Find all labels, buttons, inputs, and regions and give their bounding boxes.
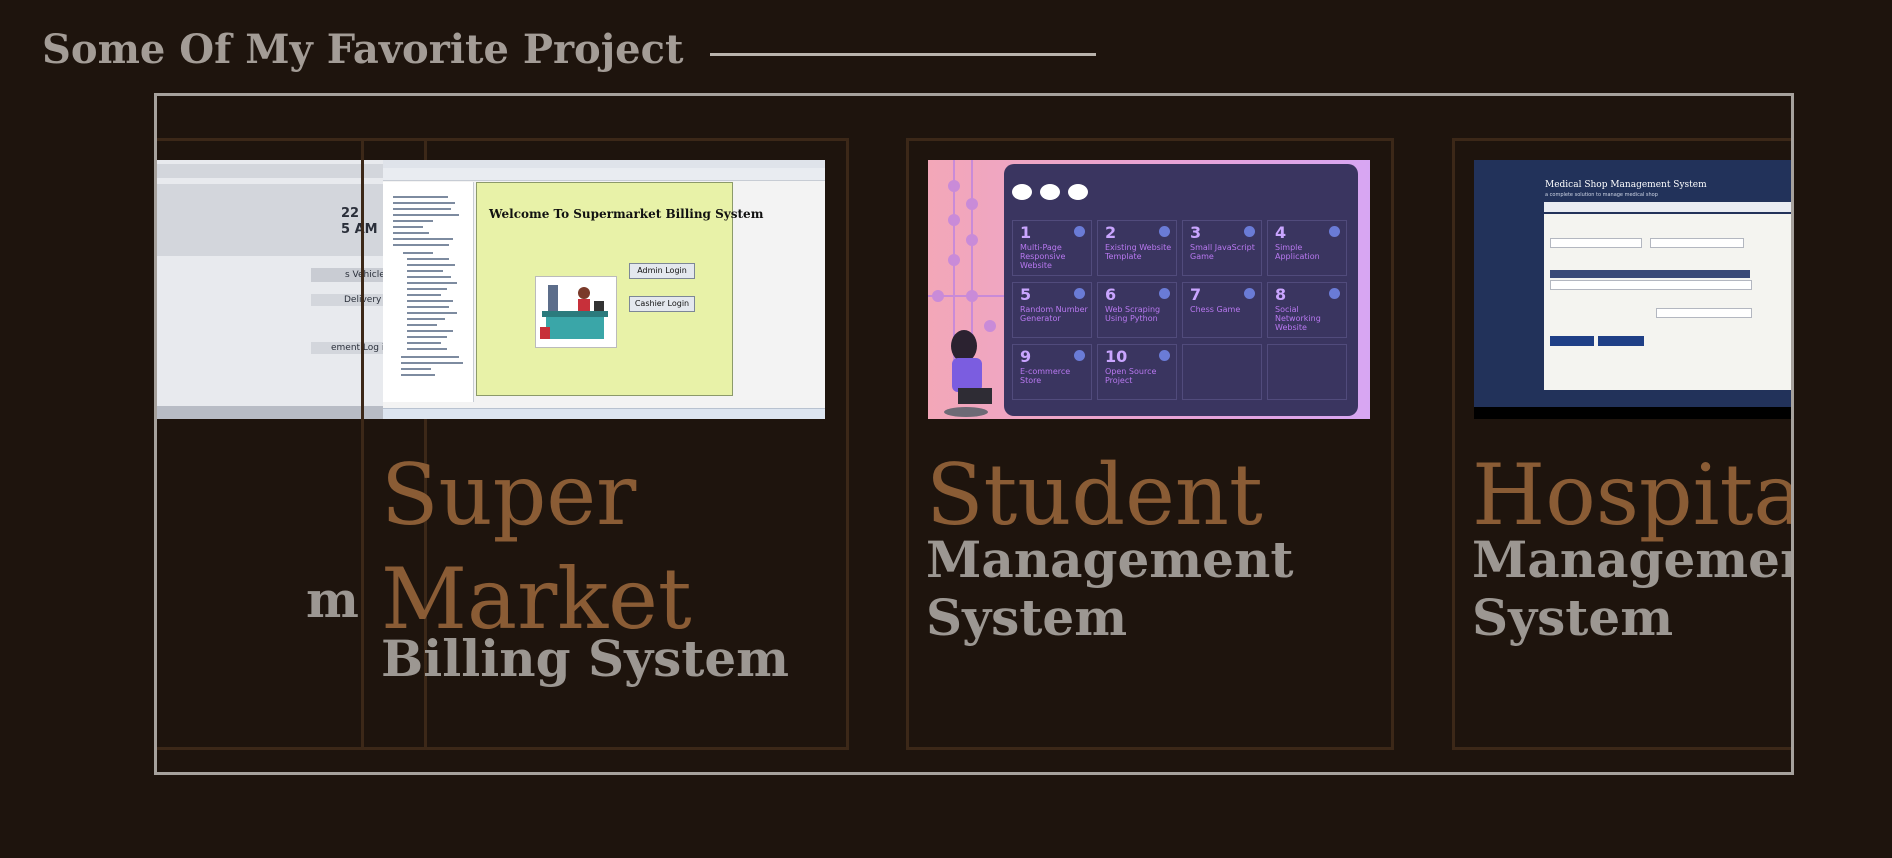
card-subtitle: Management System [926,531,1293,647]
card-subtitle-line: System [926,588,1128,647]
check-icon [1329,288,1340,299]
cell-number: 9 [1020,347,1032,366]
cell-label: Existing Website Template [1105,243,1172,261]
project-cell: 8 Social Networking Website [1267,282,1347,338]
cashier-login-button: Cashier Login [629,296,695,312]
cell-number: 1 [1020,223,1032,242]
project-cell: 7 Chess Game [1182,282,1262,338]
project-cell-placeholder [1182,344,1262,400]
card-subtitle-line: System [1472,588,1674,647]
cashier-illustration [535,276,617,348]
projects-carousel[interactable]: 22 5 AM s Vehicle Delivery ement Log in … [154,93,1794,775]
card-subtitle: Management System [1472,530,1791,647]
check-icon [1329,226,1340,237]
check-icon [1074,288,1085,299]
cell-label: Small JavaScript Game [1190,243,1255,261]
window-dot [1068,184,1088,200]
project-card-hospital[interactable]: Medical Shop Management System a complet… [1452,138,1791,750]
cell-number: 4 [1275,223,1287,242]
cell-label: Random Number Generator [1020,305,1088,323]
cell-number: 7 [1190,285,1202,304]
check-icon [1159,226,1170,237]
project-cell: 3 Small JavaScript Game [1182,220,1262,276]
cell-label: Chess Game [1190,305,1241,314]
project-cell: 9 E-commerce Store [1012,344,1092,400]
thumb-time-text: 22 [341,206,360,221]
admin-login-button: Admin Login [629,263,695,279]
billing-welcome-dialog: Welcome To Supermarket Billing System Ad… [476,182,763,396]
project-cell: 10 Open Source Project [1097,344,1177,400]
cell-label: Simple Application [1275,243,1320,261]
thumb-page-subtitle: a complete solution to manage medical sh… [1545,192,1658,198]
cell-number: 6 [1105,285,1117,304]
cell-number: 10 [1105,347,1128,366]
ide-project-explorer [383,182,474,402]
project-thumbnail[interactable]: Welcome To Supermarket Billing System Ad… [383,160,825,419]
project-thumbnail[interactable]: Medical Shop Management System a complet… [1474,160,1791,419]
window-dot [1012,184,1032,200]
cell-label: Multi-Page Responsive Website [1020,243,1066,270]
ide-menubar [383,160,825,168]
cell-label: Social Networking Website [1275,305,1321,332]
check-icon [1244,226,1255,237]
project-cell: 4 Simple Application [1267,220,1347,276]
thumb-bottom-bar [1474,407,1791,419]
cell-label: Web Scraping Using Python [1105,305,1161,323]
ide-toolbar [383,168,825,181]
cell-number: 3 [1190,223,1202,242]
project-cell: 5 Random Number Generator [1012,282,1092,338]
project-cell: 2 Existing Website Template [1097,220,1177,276]
project-card-student[interactable]: 1 Multi-Page Responsive Website 2 Existing… [906,138,1394,750]
card-subtitle-line: Management [926,530,1294,589]
check-icon [1074,226,1085,237]
check-icon [1159,350,1170,361]
cell-label: E-commerce Store [1020,367,1071,385]
cell-label: Open Source Project [1105,367,1157,385]
project-card-supermarket[interactable]: Welcome To Supermarket Billing System Ad… [361,138,849,750]
card-subtitle-line: Management [1472,530,1791,589]
card-subtitle: m [306,570,359,629]
title-underline [710,53,1096,56]
window-dot [1040,184,1060,200]
project-thumbnail[interactable]: 1 Multi-Page Responsive Website 2 Existing… [928,160,1370,419]
thumb-page-title: Medical Shop Management System [1545,180,1707,190]
check-icon [1159,288,1170,299]
thumb-page-body [1544,214,1791,390]
check-icon [1244,288,1255,299]
project-cell: 6 Web Scraping Using Python [1097,282,1177,338]
card-subtitle: Billing System [381,629,790,688]
project-cell: 1 Multi-Page Responsive Website [1012,220,1092,276]
card-title-line: Super [381,446,637,544]
windows-taskbar [383,408,825,419]
person-laptop-illustration [944,330,992,417]
dialog-title: Welcome To Supermarket Billing System [489,207,764,221]
cell-number: 5 [1020,285,1032,304]
projects-panel: 1 Multi-Page Responsive Website 2 Existing… [1004,164,1358,416]
section-title: Some Of My Favorite Project [42,26,684,73]
check-icon [1074,350,1085,361]
project-cell-placeholder [1267,344,1347,400]
cell-number: 2 [1105,223,1117,242]
thumb-navbar [1544,202,1791,212]
cell-number: 8 [1275,285,1287,304]
card-title: Super Market [381,443,692,651]
